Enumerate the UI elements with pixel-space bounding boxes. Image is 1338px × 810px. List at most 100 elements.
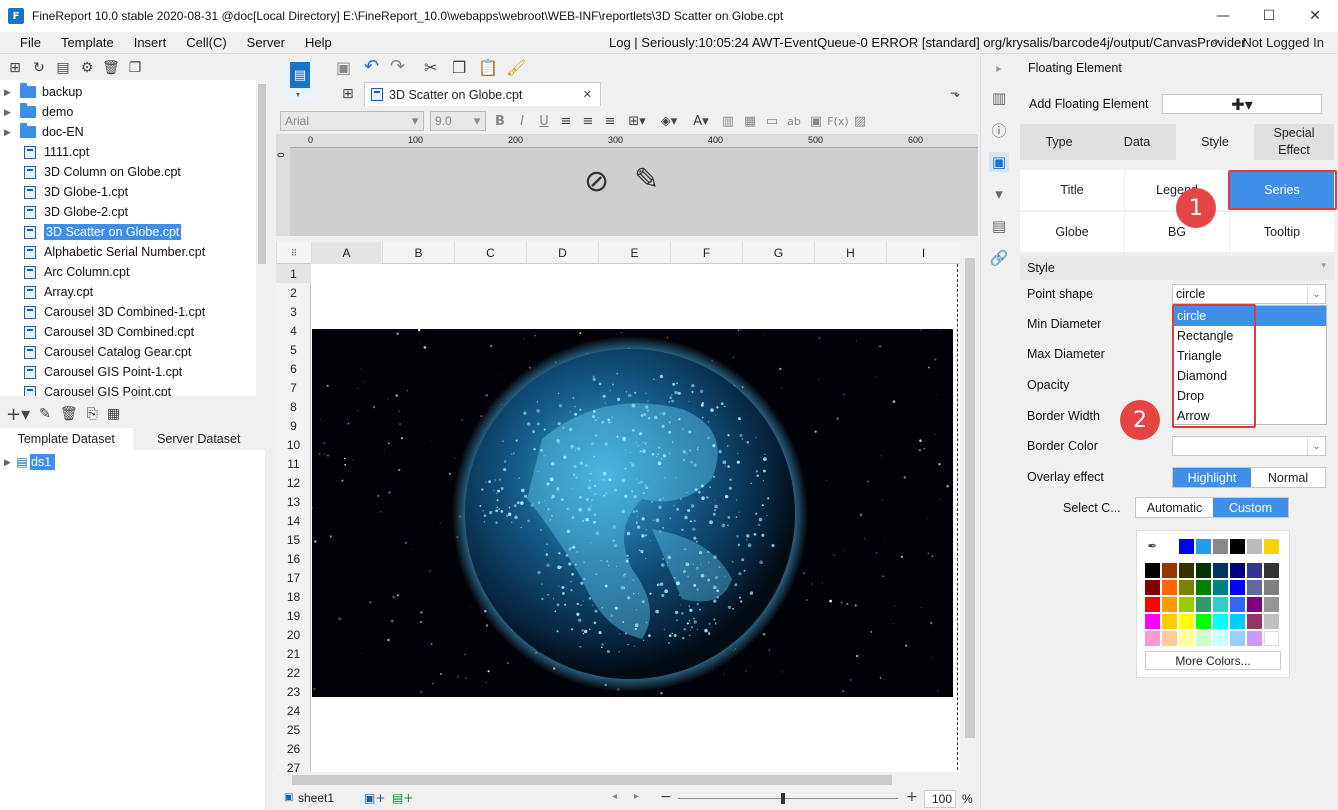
row-header-cell[interactable]: 14	[276, 511, 311, 530]
minimize-icon[interactable]: —	[1200, 0, 1246, 32]
row-header-cell[interactable]: 8	[276, 397, 311, 416]
tree-file[interactable]: Alphabetic Serial Number.cpt	[0, 242, 256, 262]
color-swatch[interactable]	[1230, 563, 1245, 578]
color-swatch[interactable]	[1179, 563, 1194, 578]
row-header-cell[interactable]: 21	[276, 644, 311, 663]
color-swatch[interactable]	[1247, 614, 1262, 629]
tab-menu-icon[interactable]: ⬎	[950, 86, 960, 100]
column-header-cell[interactable]: H	[814, 242, 886, 264]
bold-icon[interactable]: B	[492, 114, 508, 129]
color-swatch[interactable]	[1196, 563, 1211, 578]
preview-icon[interactable]: ⎘	[87, 406, 98, 422]
edit-pencil-icon[interactable]: ✎	[634, 162, 659, 197]
tab-data[interactable]: Data	[1098, 124, 1176, 160]
template-menu-button[interactable]: ▤ ▾	[286, 60, 314, 100]
color-swatch[interactable]	[1145, 631, 1160, 646]
merge-icon[interactable]: ▥	[720, 114, 736, 129]
color-swatch[interactable]	[1145, 580, 1160, 595]
color-mode-automatic[interactable]: Automatic	[1136, 498, 1213, 517]
collapse-arrow-icon[interactable]: ▸	[989, 58, 1009, 78]
chevron-down-icon[interactable]: ⌄	[1307, 437, 1325, 455]
color-swatch[interactable]	[1264, 597, 1279, 612]
search-icon[interactable]: ⌕	[1211, 32, 1219, 50]
color-swatch[interactable]	[1247, 631, 1262, 646]
row-header-cell[interactable]: 23	[276, 682, 311, 701]
grid-vertical-scrollbar[interactable]	[962, 242, 978, 772]
row-header-cell[interactable]: 1	[276, 264, 311, 283]
color-swatch[interactable]	[1213, 563, 1228, 578]
subtab-globe[interactable]: Globe	[1020, 212, 1124, 252]
tree-file[interactable]: 1111.cpt	[0, 142, 256, 162]
login-status[interactable]: Not Logged In	[1242, 35, 1324, 50]
color-swatch[interactable]	[1247, 539, 1262, 554]
color-swatch[interactable]	[1247, 580, 1262, 595]
tab-type[interactable]: Type	[1020, 124, 1098, 160]
tree-file[interactable]: Arc Column.cpt	[0, 262, 256, 282]
tree-file[interactable]: Carousel GIS Point-1.cpt	[0, 362, 256, 382]
maximize-icon[interactable]: ☐	[1246, 0, 1292, 32]
delete-icon[interactable]: 🗑	[60, 406, 78, 422]
sheet-prev-icon[interactable]: ◂	[612, 791, 617, 802]
style-section-header[interactable]: Style ▾	[1020, 256, 1334, 280]
column-header-cell[interactable]: G	[742, 242, 814, 264]
copy-icon[interactable]: ❐	[452, 58, 466, 77]
tree-file[interactable]: 3D Column on Globe.cpt	[0, 162, 256, 182]
color-swatch[interactable]	[1264, 614, 1279, 629]
row-header-cell[interactable]: 3	[276, 302, 311, 321]
more-colors-button[interactable]: More Colors...	[1145, 651, 1281, 670]
menu-cell[interactable]: Cell(C)	[176, 35, 236, 50]
close-tab-icon[interactable]: ✕	[583, 88, 592, 101]
widget-settings-icon[interactable]: ▾	[989, 184, 1009, 204]
insert-row-icon[interactable]: ▭	[764, 114, 780, 129]
color-swatch[interactable]	[1196, 614, 1211, 629]
color-swatch[interactable]	[1247, 563, 1262, 578]
row-header-cell[interactable]: 6	[276, 359, 311, 378]
add-dataset-icon[interactable]: +▾	[6, 404, 30, 425]
row-header-cell[interactable]: 9	[276, 416, 311, 435]
column-header-cell[interactable]: C	[454, 242, 526, 264]
zoom-slider[interactable]	[678, 798, 898, 799]
underline-icon[interactable]: U	[536, 114, 552, 129]
eyedropper-icon[interactable]: ✒	[1145, 538, 1160, 553]
font-family-select[interactable]: Arial ▾	[280, 111, 424, 131]
grid-horizontal-scrollbar[interactable]	[276, 772, 978, 788]
color-swatch[interactable]	[1247, 597, 1262, 612]
copy-icon[interactable]: ❐	[126, 59, 144, 77]
cell-attribute-icon[interactable]: ⓘ	[989, 120, 1009, 140]
row-header-cell[interactable]: 7	[276, 378, 311, 397]
tree-file[interactable]: Array.cpt	[0, 282, 256, 302]
image-icon[interactable]: ▣	[808, 114, 824, 129]
row-header-cell[interactable]: 26	[276, 739, 311, 758]
color-swatch[interactable]	[1264, 563, 1279, 578]
color-swatch[interactable]	[1162, 631, 1177, 646]
row-header-cell[interactable]: 2	[276, 283, 311, 302]
sheet-tab[interactable]: sheet1	[298, 791, 334, 805]
italic-icon[interactable]: I	[514, 114, 530, 129]
formula-icon[interactable]: F(x)	[827, 115, 848, 128]
conditional-attribute-icon[interactable]: ▤	[989, 216, 1009, 236]
color-swatch[interactable]	[1162, 614, 1177, 629]
tree-file[interactable]: Carousel Catalog Gear.cpt	[0, 342, 256, 362]
row-header-cell[interactable]: 12	[276, 473, 311, 492]
row-header-cell[interactable]: 13	[276, 492, 311, 511]
color-swatch[interactable]	[1145, 614, 1160, 629]
tree-folder[interactable]: ▶ doc-EN	[0, 122, 256, 142]
color-swatch[interactable]	[1162, 580, 1177, 595]
tree-scrollbar[interactable]	[256, 80, 268, 396]
color-swatch[interactable]	[1264, 631, 1279, 646]
color-swatch[interactable]	[1179, 580, 1194, 595]
color-mode-custom[interactable]: Custom	[1213, 498, 1288, 517]
row-header-cell[interactable]: 15	[276, 530, 311, 549]
sheet-next-icon[interactable]: ▸	[634, 791, 639, 802]
border-color-select[interactable]: ⌄	[1172, 436, 1326, 456]
tab-style[interactable]: Style	[1176, 124, 1254, 160]
align-left-icon[interactable]: ≡	[558, 114, 574, 129]
chart-icon[interactable]: ▨	[852, 114, 868, 129]
tab-template-dataset[interactable]: Template Dataset	[0, 428, 133, 450]
color-swatch[interactable]	[1179, 631, 1194, 646]
redo-icon[interactable]: ↷	[390, 56, 405, 77]
row-header-cell[interactable]: 24	[276, 701, 311, 720]
point-shape-select[interactable]: circle ⌄	[1172, 284, 1326, 304]
zoom-out-icon[interactable]: −	[660, 789, 672, 805]
column-header-cell[interactable]: A	[311, 242, 381, 264]
